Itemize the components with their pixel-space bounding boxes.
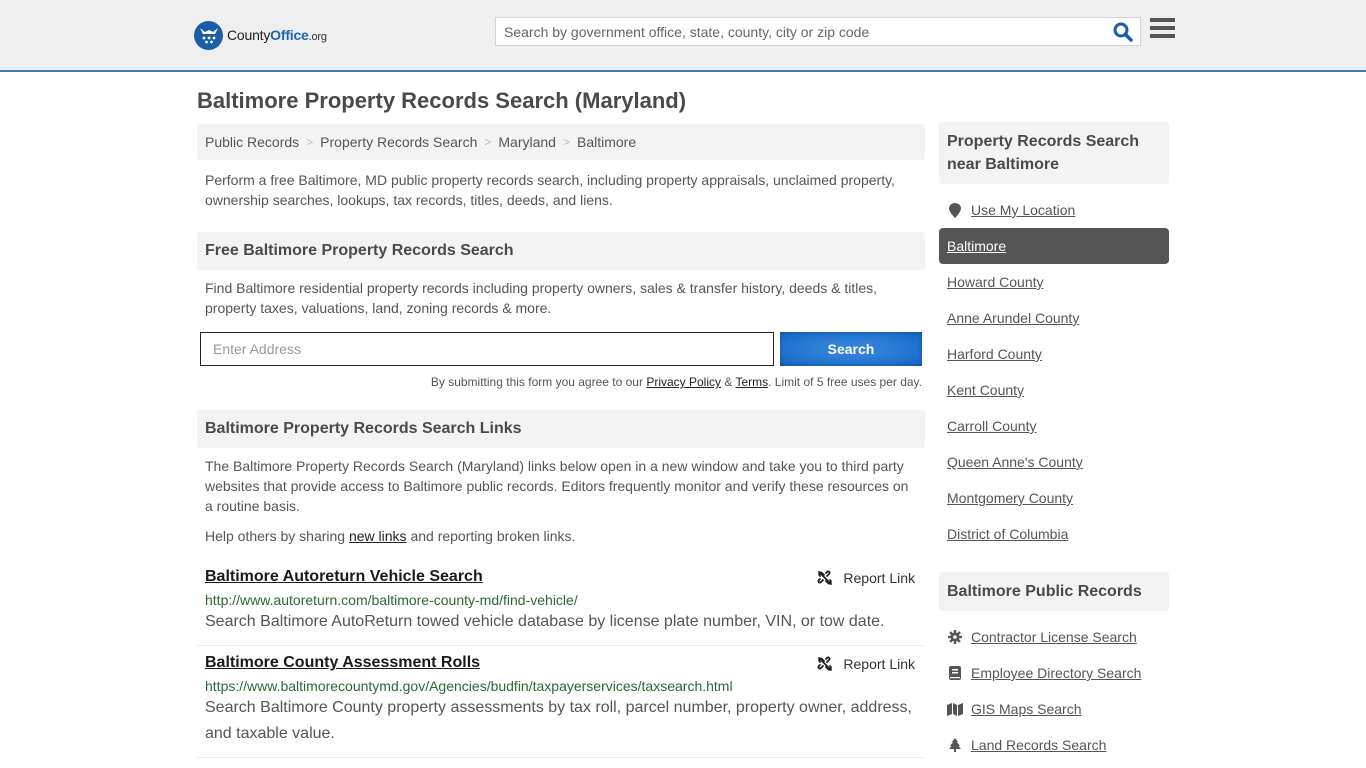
nearby-item-anne-arundel-county[interactable]: Anne Arundel County — [939, 300, 1169, 336]
nearby-item-carroll-county[interactable]: Carroll County — [939, 408, 1169, 444]
page-title: Baltimore Property Records Search (Maryl… — [197, 88, 687, 113]
nearby-item-baltimore[interactable]: Baltimore — [939, 228, 1169, 264]
privacy-policy-link[interactable]: Privacy Policy — [646, 375, 721, 389]
public-record-item-employee-directory[interactable]: Employee Directory Search — [939, 655, 1169, 691]
nearby-link[interactable]: District of Columbia — [947, 526, 1068, 542]
resource-link-title[interactable]: Baltimore Autoreturn Vehicle Search — [205, 568, 483, 585]
help-text: Help others by sharing new links and rep… — [197, 526, 925, 546]
report-link-label: Report Link — [843, 656, 915, 672]
help-prefix: Help others by sharing — [205, 528, 349, 544]
nearby-link[interactable]: Howard County — [947, 274, 1044, 290]
free-search-description: Find Baltimore residential property reco… — [205, 280, 878, 316]
book-icon — [947, 666, 963, 680]
address-search-form: Search — [197, 332, 925, 366]
public-record-item-gis-maps[interactable]: GIS Maps Search — [939, 691, 1169, 727]
logo-wordmark: CountyOffice.org — [227, 27, 327, 43]
hamburger-menu-icon[interactable] — [1150, 18, 1175, 42]
breadcrumb-separator: > — [484, 135, 492, 149]
nearby-heading: Property Records Search near Baltimore — [939, 122, 1169, 184]
help-suffix: and reporting broken links. — [406, 528, 576, 544]
nearby-link[interactable]: Baltimore — [947, 238, 1006, 254]
broken-link-icon — [817, 570, 833, 585]
site-logo[interactable]: CountyOffice.org — [194, 20, 327, 50]
nearby-item-harford-county[interactable]: Harford County — [939, 336, 1169, 372]
resource-link-title[interactable]: Baltimore County Assessment Rolls — [205, 654, 480, 671]
nearby-link[interactable]: Harford County — [947, 346, 1042, 362]
nearby-link[interactable]: Anne Arundel County — [947, 310, 1079, 326]
nearby-item-kent-county[interactable]: Kent County — [939, 372, 1169, 408]
breadcrumb-separator: > — [562, 135, 570, 149]
nearby-link[interactable]: Montgomery County — [947, 490, 1073, 506]
tree-icon — [947, 738, 963, 752]
global-search-input[interactable] — [496, 18, 1096, 45]
gear-icon — [947, 630, 963, 644]
breadcrumb-baltimore[interactable]: Baltimore — [577, 134, 636, 150]
public-record-link[interactable]: Land Records Search — [971, 737, 1106, 753]
resource-link-description: Search Baltimore County property assessm… — [205, 699, 912, 742]
public-record-item-contractor-license[interactable]: Contractor License Search — [939, 619, 1169, 655]
logo-text-county: County — [227, 27, 271, 43]
eagle-logo-icon — [194, 20, 223, 50]
nearby-item-district-of-columbia[interactable]: District of Columbia — [939, 516, 1169, 552]
report-link-button[interactable]: Report Link — [817, 570, 915, 586]
public-record-link[interactable]: GIS Maps Search — [971, 701, 1082, 717]
breadcrumb-property-records-search[interactable]: Property Records Search — [320, 134, 477, 150]
use-my-location-item[interactable]: Use My Location — [939, 192, 1169, 228]
nearby-link[interactable]: Queen Anne's County — [947, 454, 1083, 470]
address-input[interactable] — [200, 332, 774, 366]
use-my-location-link[interactable]: Use My Location — [971, 202, 1075, 218]
nearby-link[interactable]: Kent County — [947, 382, 1024, 398]
broken-link-icon — [817, 656, 833, 671]
resource-link-url[interactable]: http://www.autoreturn.com/baltimore-coun… — [205, 592, 917, 608]
resource-link-url[interactable]: https://www.baltimorecountymd.gov/Agenci… — [205, 678, 917, 694]
report-link-label: Report Link — [843, 570, 915, 586]
breadcrumb-separator: > — [306, 135, 314, 149]
global-search-box — [495, 17, 1141, 46]
terms-link[interactable]: Terms — [735, 375, 768, 389]
nearby-item-queen-annes-county[interactable]: Queen Anne's County — [939, 444, 1169, 480]
map-marker-icon — [947, 202, 963, 218]
links-heading: Baltimore Property Records Search Links — [197, 410, 925, 448]
nearby-item-howard-county[interactable]: Howard County — [939, 264, 1169, 300]
address-search-button[interactable]: Search — [780, 332, 922, 366]
report-link-button[interactable]: Report Link — [817, 656, 915, 672]
logo-text-tld: .org — [308, 31, 327, 43]
site-header: CountyOffice.org — [0, 0, 1366, 72]
terms-amp: & — [721, 375, 736, 389]
resource-links-list: Baltimore Autoreturn Vehicle Search Repo… — [197, 560, 925, 758]
public-record-link[interactable]: Contractor License Search — [971, 629, 1137, 645]
terms-notice: By submitting this form you agree to our… — [197, 375, 925, 389]
free-search-heading: Free Baltimore Property Records Search — [197, 232, 925, 270]
main-content: Public Records > Property Records Search… — [197, 124, 925, 758]
nearby-item-montgomery-county[interactable]: Montgomery County — [939, 480, 1169, 516]
breadcrumb-public-records[interactable]: Public Records — [205, 134, 299, 150]
nearby-link[interactable]: Carroll County — [947, 418, 1036, 434]
nearby-list: Use My Location Baltimore Howard County … — [939, 192, 1169, 552]
links-description: The Baltimore Property Records Search (M… — [205, 458, 909, 514]
sidebar: Property Records Search near Baltimore U… — [939, 122, 1169, 763]
public-record-link[interactable]: Employee Directory Search — [971, 665, 1141, 681]
resource-link-item: Baltimore Autoreturn Vehicle Search Repo… — [197, 560, 925, 646]
breadcrumb: Public Records > Property Records Search… — [197, 124, 925, 160]
search-icon[interactable] — [1112, 21, 1134, 43]
public-record-item-land-records[interactable]: Land Records Search — [939, 727, 1169, 763]
public-records-list: Contractor License Search Employee Direc… — [939, 619, 1169, 763]
new-links-link[interactable]: new links — [349, 528, 407, 544]
resource-link-description: Search Baltimore AutoReturn towed vehicl… — [205, 613, 885, 630]
intro-text: Perform a free Baltimore, MD public prop… — [205, 172, 895, 208]
breadcrumb-maryland[interactable]: Maryland — [498, 134, 556, 150]
logo-text-office: Office — [270, 27, 309, 43]
map-icon — [947, 702, 963, 716]
public-records-heading: Baltimore Public Records — [939, 572, 1169, 611]
terms-suffix: . Limit of 5 free uses per day. — [768, 375, 922, 389]
resource-link-item: Baltimore County Assessment Rolls Report… — [197, 646, 925, 758]
terms-prefix: By submitting this form you agree to our — [430, 375, 647, 389]
